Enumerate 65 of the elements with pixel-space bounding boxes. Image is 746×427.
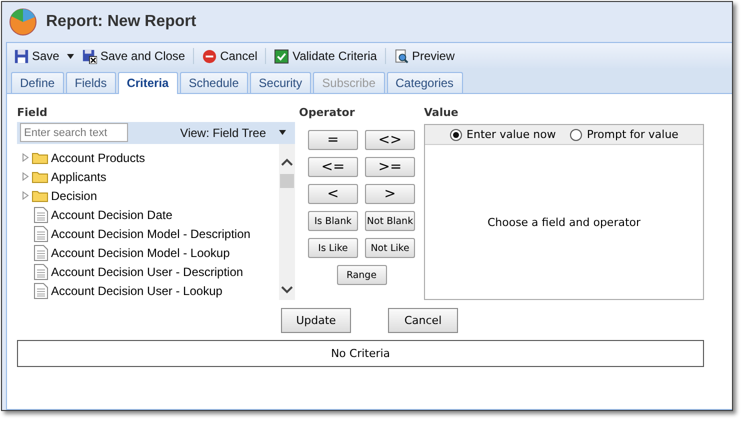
scroll-down-icon[interactable] bbox=[281, 286, 293, 294]
magnifier-page-icon bbox=[394, 48, 409, 64]
tab[interactable]: Categories bbox=[386, 72, 463, 93]
tab[interactable]: Security bbox=[250, 72, 312, 93]
tab[interactable]: Schedule bbox=[180, 72, 248, 93]
radio-icon[interactable] bbox=[450, 128, 462, 140]
operator-button[interactable]: Not Blank bbox=[365, 211, 415, 231]
operator-heading: Operator bbox=[299, 106, 356, 121]
checkbox-tick-icon bbox=[274, 48, 290, 64]
toolbar-button[interactable]: Save bbox=[11, 46, 78, 66]
radio-option[interactable]: Enter value now bbox=[450, 128, 556, 141]
operator-button[interactable]: <= bbox=[308, 157, 358, 177]
folder-icon bbox=[32, 170, 48, 183]
document-icon bbox=[34, 226, 48, 242]
tab[interactable]: Criteria bbox=[118, 72, 178, 94]
view-dropdown[interactable]: View: Field Tree bbox=[177, 124, 289, 142]
expand-arrow-icon[interactable] bbox=[22, 153, 29, 162]
document-icon bbox=[34, 244, 48, 260]
toolbar-button[interactable]: Save and Close bbox=[79, 46, 188, 66]
tree-item[interactable]: Account Decision User - Description bbox=[51, 264, 244, 278]
folder-icon bbox=[32, 151, 48, 164]
radio-icon[interactable] bbox=[570, 128, 582, 140]
tree-item[interactable]: Account Decision Model - Lookup bbox=[51, 246, 230, 260]
tree-item[interactable]: Account Decision User - Lookup bbox=[51, 284, 222, 298]
field-heading: Field bbox=[17, 106, 48, 121]
operator-button[interactable]: Range bbox=[336, 265, 386, 285]
document-icon bbox=[34, 264, 48, 280]
toolbar-button[interactable]: Cancel bbox=[199, 46, 260, 66]
floppy-disk-close-icon bbox=[82, 48, 98, 64]
tab[interactable]: Fields bbox=[66, 72, 116, 93]
tree-item[interactable]: Decision bbox=[51, 188, 98, 202]
scroll-up-icon[interactable] bbox=[281, 158, 293, 166]
tree-item[interactable]: Account Decision Model - Description bbox=[51, 226, 250, 240]
operator-button[interactable]: Is Like bbox=[308, 238, 358, 258]
pie-chart-icon bbox=[8, 7, 38, 37]
caret-icon bbox=[279, 130, 286, 136]
document-icon bbox=[34, 282, 48, 298]
document-icon bbox=[34, 206, 48, 222]
value-message: Choose a field and operator bbox=[487, 216, 641, 228]
value-heading: Value bbox=[424, 106, 460, 121]
cancel-icon bbox=[202, 48, 218, 64]
toolbar-button[interactable]: Preview bbox=[390, 46, 458, 66]
window-title: Report: New Report bbox=[46, 13, 196, 31]
operator-button[interactable]: Not Like bbox=[365, 238, 415, 258]
operator-button[interactable]: < bbox=[308, 184, 358, 204]
expand-arrow-icon[interactable] bbox=[22, 172, 29, 181]
operator-button[interactable]: >= bbox=[365, 157, 415, 177]
tree-item[interactable]: Account Decision Date bbox=[51, 208, 172, 222]
folder-icon bbox=[32, 189, 48, 202]
scroll-thumb[interactable] bbox=[280, 174, 294, 188]
scrollbar[interactable] bbox=[279, 144, 295, 300]
criteria-list: No Criteria bbox=[17, 340, 704, 367]
operator-button[interactable]: Is Blank bbox=[308, 211, 358, 231]
expand-arrow-icon[interactable] bbox=[22, 191, 29, 200]
operator-button[interactable]: = bbox=[308, 130, 358, 150]
search-field[interactable]: Enter search text bbox=[20, 123, 128, 142]
action-button[interactable]: Update bbox=[281, 308, 351, 333]
operator-button[interactable]: <> bbox=[365, 130, 415, 150]
tree-item[interactable]: Account Products bbox=[51, 150, 146, 164]
toolbar-button[interactable]: Validate Criteria bbox=[271, 46, 380, 66]
tree-item[interactable]: Applicants bbox=[51, 170, 106, 184]
operator-button[interactable]: > bbox=[365, 184, 415, 204]
tab[interactable]: Define bbox=[11, 72, 64, 93]
action-button[interactable]: Cancel bbox=[388, 308, 458, 333]
radio-option[interactable]: Prompt for value bbox=[570, 128, 678, 141]
